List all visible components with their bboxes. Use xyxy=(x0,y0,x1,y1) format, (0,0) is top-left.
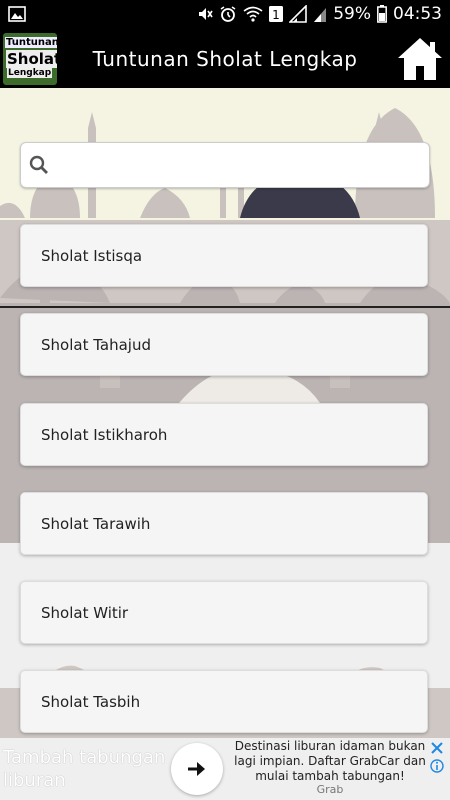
list-item-sholat-witir[interactable]: Sholat Witir xyxy=(20,581,428,644)
signal-icon xyxy=(289,5,308,23)
ad-headline: Tambah tabungan liburan xyxy=(3,747,166,791)
image-icon xyxy=(8,6,26,26)
list-item-sholat-tasbih[interactable]: Sholat Tasbih xyxy=(20,670,428,733)
search-icon xyxy=(29,155,49,175)
close-icon[interactable] xyxy=(430,740,444,754)
clock: 04:53 xyxy=(393,4,442,24)
arrow-right-icon xyxy=(188,762,205,776)
list-item-sholat-istikharoh[interactable]: Sholat Istikharoh xyxy=(20,403,428,466)
info-icon[interactable] xyxy=(430,758,444,773)
list-item-label: Sholat Tasbih xyxy=(41,693,141,711)
wifi-icon xyxy=(243,6,263,22)
search-box[interactable] xyxy=(20,142,430,188)
status-bar: 1 59% 04:53 xyxy=(0,0,450,30)
ad-banner[interactable]: Tambah tabungan liburan Destinasi libura… xyxy=(0,738,450,800)
search-input[interactable] xyxy=(59,149,423,181)
mute-icon xyxy=(197,6,213,22)
ad-arrow-button[interactable] xyxy=(171,743,223,795)
list-item-label: Sholat Witir xyxy=(41,604,129,622)
ad-body: Destinasi liburan idaman bukan lagi impi… xyxy=(234,739,426,783)
list-item-sholat-tarawih[interactable]: Sholat Tarawih xyxy=(20,492,428,555)
list-item-label: Sholat Istisqa xyxy=(41,247,143,265)
alarm-icon xyxy=(219,5,237,23)
home-icon xyxy=(398,38,442,80)
divider xyxy=(0,306,450,308)
svg-text:1: 1 xyxy=(272,8,280,22)
signal-icon xyxy=(313,5,327,23)
battery-icon xyxy=(377,5,387,23)
app-title: Tuntunan Sholat Lengkap xyxy=(92,47,358,71)
list-item-sholat-istisqa[interactable]: Sholat Istisqa xyxy=(20,224,428,287)
app-bar: Tuntunan Sholat Lengkap Tuntunan Sholat … xyxy=(0,30,450,88)
ad-sponsor: Grab xyxy=(316,783,344,796)
list-item-label: Sholat Tarawih xyxy=(41,515,151,533)
list-item-label: Sholat Istikharoh xyxy=(41,426,168,444)
sim-1-icon: 1 xyxy=(269,6,284,22)
list-item-label: Sholat Tahajud xyxy=(41,336,151,354)
home-button[interactable] xyxy=(396,36,444,82)
battery-percent: 59% xyxy=(333,4,371,24)
list-item-sholat-tahajud[interactable]: Sholat Tahajud xyxy=(20,313,428,376)
